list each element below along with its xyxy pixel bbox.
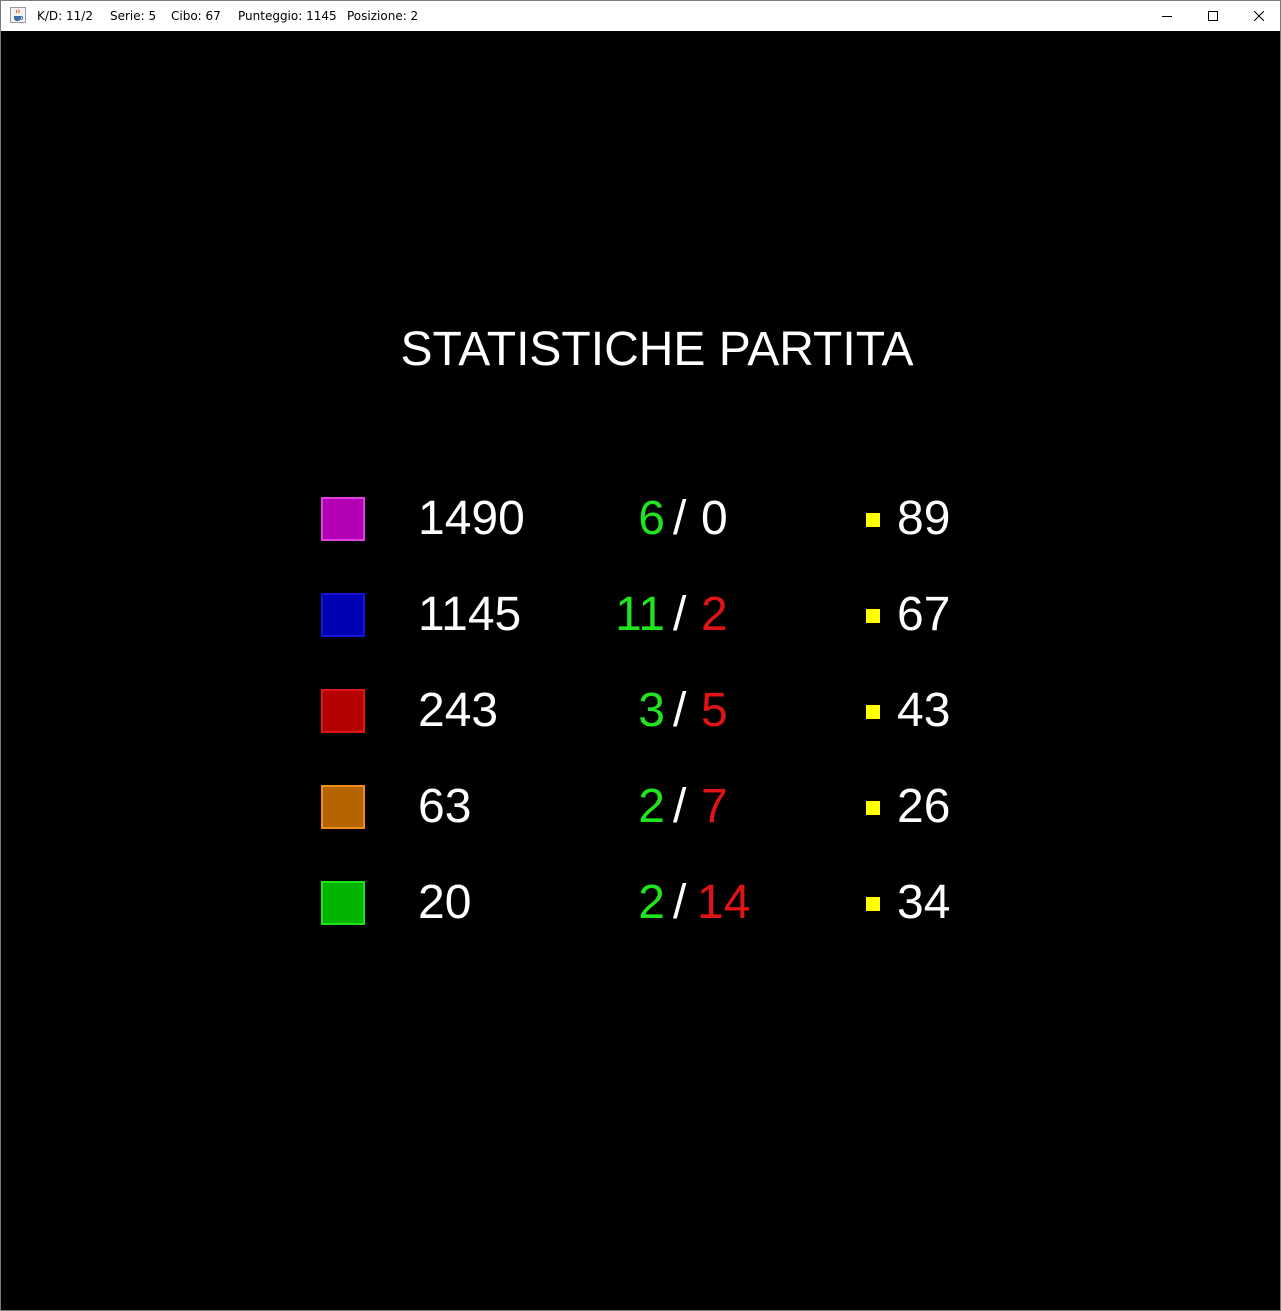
food-icon — [866, 705, 880, 719]
player-kills: 2 — [638, 876, 665, 929]
title-cibo-stat: Cibo: 67 — [171, 9, 221, 23]
player-food: 26 — [897, 780, 951, 833]
player-deaths: 2 — [701, 588, 728, 641]
player-kills: 11 — [615, 588, 665, 641]
player-food: 89 — [897, 492, 951, 545]
food-icon — [866, 897, 880, 911]
java-cup-icon — [10, 7, 26, 23]
player-row: 20 2 / 14 34 — [1, 875, 1280, 935]
maximize-button[interactable] — [1190, 1, 1236, 31]
title-serie-stat: Serie: 5 — [110, 9, 157, 23]
player-row: 63 2 / 7 26 — [1, 779, 1280, 839]
player-color-swatch — [321, 881, 365, 925]
player-row: 243 3 / 5 43 — [1, 683, 1280, 743]
player-deaths: 0 — [701, 492, 728, 545]
player-score: 20 — [418, 876, 472, 929]
kd-separator: / — [673, 876, 687, 929]
player-score: 243 — [418, 684, 499, 737]
player-food: 34 — [897, 876, 951, 929]
kd-separator: / — [673, 780, 687, 833]
player-color-swatch — [321, 497, 365, 541]
player-score: 1145 — [418, 588, 522, 641]
player-score: 1490 — [418, 492, 525, 545]
stats-heading: STATISTICHE PARTITA — [400, 323, 914, 376]
title-posizione-stat: Posizione: 2 — [347, 9, 419, 23]
minimize-button[interactable] — [1144, 1, 1190, 31]
game-canvas: STATISTICHE PARTITA 1490 6 / 0 89 1145 1… — [1, 31, 1280, 1310]
player-deaths: 5 — [701, 684, 728, 737]
player-row: 1490 6 / 0 89 — [1, 491, 1280, 551]
player-food: 43 — [897, 684, 951, 737]
player-kills: 2 — [638, 780, 665, 833]
player-deaths: 14 — [697, 876, 751, 929]
maximize-icon — [1208, 11, 1218, 21]
player-food: 67 — [897, 588, 951, 641]
player-deaths: 7 — [701, 780, 728, 833]
player-color-swatch — [321, 689, 365, 733]
title-kd-stat: K/D: 11/2 — [37, 9, 93, 23]
player-color-swatch — [321, 785, 365, 829]
player-kills: 3 — [638, 684, 665, 737]
kd-separator: / — [673, 492, 687, 545]
player-score: 63 — [418, 780, 472, 833]
kd-separator: / — [673, 684, 687, 737]
player-kills: 6 — [638, 492, 665, 545]
food-icon — [866, 513, 880, 527]
player-row: 1145 11 / 2 67 — [1, 587, 1280, 647]
close-button[interactable] — [1236, 1, 1280, 31]
close-icon — [1254, 11, 1264, 21]
minimize-icon — [1162, 16, 1172, 17]
player-color-swatch — [321, 593, 365, 637]
food-icon — [866, 801, 880, 815]
title-bar[interactable]: K/D: 11/2 Serie: 5 Cibo: 67 Punteggio: 1… — [1, 1, 1280, 31]
kd-separator: / — [673, 588, 687, 641]
title-punteggio-stat: Punteggio: 1145 — [238, 9, 337, 23]
game-window: K/D: 11/2 Serie: 5 Cibo: 67 Punteggio: 1… — [0, 0, 1281, 1311]
food-icon — [866, 609, 880, 623]
